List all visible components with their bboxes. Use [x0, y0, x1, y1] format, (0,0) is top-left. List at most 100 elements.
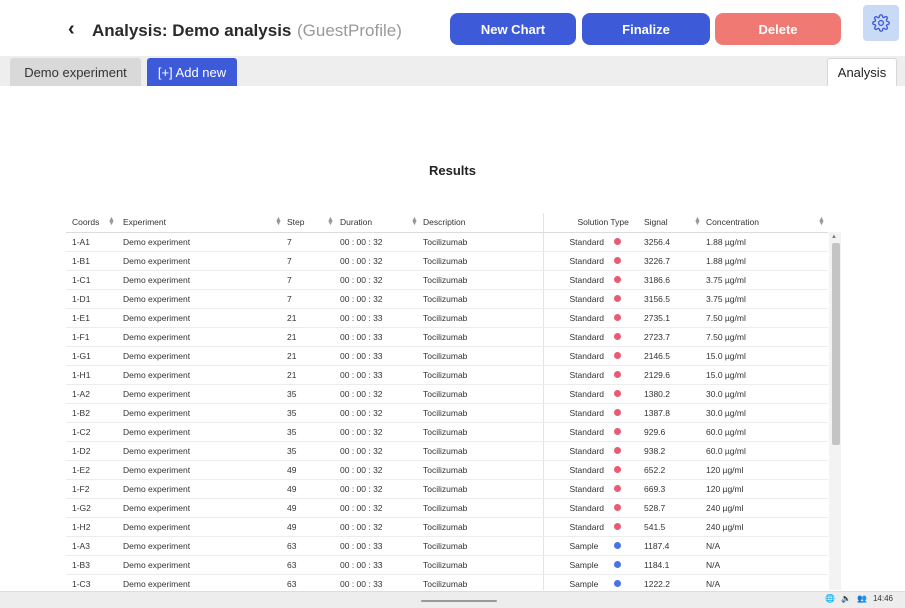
new-chart-button[interactable]: New Chart — [450, 13, 576, 45]
table-row[interactable]: 1-A1 Demo experiment 7 00 : 00 : 32 Tocilizu… — [66, 232, 828, 252]
table-row[interactable]: 1-D2 Demo experiment 35 00 : 00 : 32 Tociliz… — [66, 441, 828, 461]
header-bar: ‹ Analysis: Demo analysis (GuestProfile)… — [0, 0, 905, 56]
column-header-step[interactable]: Step ▲ ▼ — [281, 213, 334, 233]
cell-duration: 00 : 00 : 33 — [334, 346, 417, 366]
table-row[interactable]: 1-A3 Demo experiment 63 00 : 00 : 33 Tociliz… — [66, 536, 828, 556]
cell-coords: 1-F2 — [66, 479, 117, 499]
cell-experiment: Demo experiment — [117, 498, 281, 518]
table-row[interactable]: 1-D1 Demo experiment 7 00 : 00 : 32 Tocilizu… — [66, 289, 828, 309]
cell-step: 49 — [281, 517, 334, 537]
people-icon[interactable]: 👥 — [857, 594, 867, 603]
tab-add-new[interactable]: [+] Add new — [147, 58, 237, 86]
table-row[interactable]: 1-C1 Demo experiment 7 00 : 00 : 32 Tocilizu… — [66, 270, 828, 290]
cell-experiment: Demo experiment — [117, 289, 281, 309]
cell-coords: 1-D1 — [66, 289, 117, 309]
table-row[interactable]: 1-A2 Demo experiment 35 00 : 00 : 32 Tociliz… — [66, 384, 828, 404]
cell-signal: 3256.4 — [638, 232, 700, 252]
column-header-solution-type[interactable]: Solution Type — [542, 213, 638, 233]
scrollbar-thumb[interactable] — [832, 243, 840, 445]
column-header-signal[interactable]: Signal ▲ ▼ — [638, 213, 701, 233]
cell-experiment: Demo experiment — [117, 308, 281, 328]
cell-signal: 1387.8 — [638, 403, 700, 423]
cell-description: Tocilizumab — [417, 517, 543, 537]
column-header-concentration[interactable]: Concentration ▲ ▼ — [700, 213, 828, 233]
cell-description: Tocilizumab — [417, 327, 543, 347]
tab-analysis[interactable]: Analysis — [827, 58, 897, 86]
cell-concentration: 15.0 µg/ml — [700, 346, 828, 366]
gear-icon — [872, 14, 890, 32]
delete-button[interactable]: Delete — [715, 13, 841, 45]
cell-experiment: Demo experiment — [117, 441, 281, 461]
cell-concentration: 3.75 µg/ml — [700, 289, 828, 309]
table-row[interactable]: 1-E1 Demo experiment 21 00 : 00 : 33 Tociliz… — [66, 308, 828, 328]
scroll-up-icon[interactable]: ▲ — [831, 234, 837, 240]
table-row[interactable]: 1-G1 Demo experiment 21 00 : 00 : 33 Tociliz… — [66, 346, 828, 366]
cell-experiment: Demo experiment — [117, 536, 281, 556]
finalize-button[interactable]: Finalize — [582, 13, 710, 45]
cell-step: 7 — [281, 289, 334, 309]
cell-duration: 00 : 00 : 33 — [334, 574, 417, 590]
cell-signal: 1187.4 — [638, 536, 700, 556]
column-header-duration[interactable]: Duration ▲ ▼ — [334, 213, 418, 233]
table-row[interactable]: 1-E2 Demo experiment 49 00 : 00 : 32 Tociliz… — [66, 460, 828, 480]
table-row[interactable]: 1-G2 Demo experiment 49 00 : 00 : 32 Tociliz… — [66, 498, 828, 518]
solution-type-dot-icon — [613, 275, 621, 283]
cell-description: Tocilizumab — [417, 555, 543, 575]
solution-type-text: Standard — [569, 521, 605, 532]
column-header-coords[interactable]: Coords ▲ ▼ — [66, 213, 117, 233]
table-row[interactable]: 1-B1 Demo experiment 7 00 : 00 : 32 Tocilizu… — [66, 251, 828, 271]
cell-step: 21 — [281, 327, 334, 347]
solution-type-text: Sample — [569, 540, 599, 551]
cell-experiment: Demo experiment — [117, 555, 281, 575]
table-row[interactable]: 1-C2 Demo experiment 35 00 : 00 : 32 Tociliz… — [66, 422, 828, 442]
cell-experiment: Demo experiment — [117, 479, 281, 499]
table-row[interactable]: 1-H2 Demo experiment 49 00 : 00 : 32 Tociliz… — [66, 517, 828, 537]
table-row[interactable]: 1-B3 Demo experiment 63 00 : 00 : 33 Tociliz… — [66, 555, 828, 575]
cell-coords: 1-D2 — [66, 441, 117, 461]
tab-demo-experiment[interactable]: Demo experiment — [10, 58, 141, 86]
table-row[interactable]: 1-C3 Demo experiment 63 00 : 00 : 33 Tociliz… — [66, 574, 828, 590]
cell-experiment: Demo experiment — [117, 403, 281, 423]
table-row[interactable]: 1-F2 Demo experiment 49 00 : 00 : 32 Tociliz… — [66, 479, 828, 499]
table-row[interactable]: 1-H1 Demo experiment 21 00 : 00 : 33 Tociliz… — [66, 365, 828, 385]
cell-concentration: 120 µg/ml — [700, 460, 828, 480]
cell-description: Tocilizumab — [417, 403, 543, 423]
back-icon[interactable]: ‹ — [68, 17, 75, 41]
cell-concentration: 60.0 µg/ml — [700, 441, 828, 461]
cell-signal: 528.7 — [638, 498, 700, 518]
cell-experiment: Demo experiment — [117, 346, 281, 366]
cell-solution: Standard — [542, 365, 638, 385]
home-indicator[interactable] — [421, 600, 497, 602]
solution-type-text: Standard — [569, 274, 605, 285]
sort-icon[interactable]: ▲ ▼ — [327, 216, 334, 227]
column-header-description[interactable]: Description — [417, 213, 543, 233]
cell-duration: 00 : 00 : 32 — [334, 517, 417, 537]
system-taskbar: 🌐 🔈 👥 14:46 — [0, 591, 905, 608]
cell-experiment: Demo experiment — [117, 232, 281, 252]
cell-concentration: 30.0 µg/ml — [700, 403, 828, 423]
sort-icon[interactable]: ▲ ▼ — [108, 216, 115, 227]
cell-duration: 00 : 00 : 32 — [334, 289, 417, 309]
cell-solution: Standard — [542, 327, 638, 347]
solution-type-text: Standard — [569, 464, 605, 475]
solution-type-text: Standard — [569, 369, 605, 380]
table-row[interactable]: 1-F1 Demo experiment 21 00 : 00 : 33 Tociliz… — [66, 327, 828, 347]
cell-concentration: 60.0 µg/ml — [700, 422, 828, 442]
cell-description: Tocilizumab — [417, 574, 543, 590]
cell-signal: 929.6 — [638, 422, 700, 442]
column-header-experiment[interactable]: Experiment ▲ ▼ — [117, 213, 282, 233]
sort-icon[interactable]: ▲ ▼ — [818, 216, 825, 227]
solution-type-dot-icon — [613, 446, 621, 454]
results-table: Coords ▲ ▼ Experiment ▲ ▼ Step ▲ ▼ Duration ▲ ▼ … — [66, 213, 840, 590]
cell-duration: 00 : 00 : 32 — [334, 232, 417, 252]
network-icon[interactable]: 🌐 — [825, 594, 835, 603]
table-row[interactable]: 1-B2 Demo experiment 35 00 : 00 : 32 Tociliz… — [66, 403, 828, 423]
cell-duration: 00 : 00 : 33 — [334, 555, 417, 575]
volume-icon[interactable]: 🔈 — [841, 594, 851, 603]
cell-experiment: Demo experiment — [117, 460, 281, 480]
cell-description: Tocilizumab — [417, 308, 543, 328]
cell-coords: 1-B2 — [66, 403, 117, 423]
solution-type-dot-icon — [613, 560, 621, 568]
cell-signal: 3226.7 — [638, 251, 700, 271]
settings-button[interactable] — [863, 5, 899, 41]
